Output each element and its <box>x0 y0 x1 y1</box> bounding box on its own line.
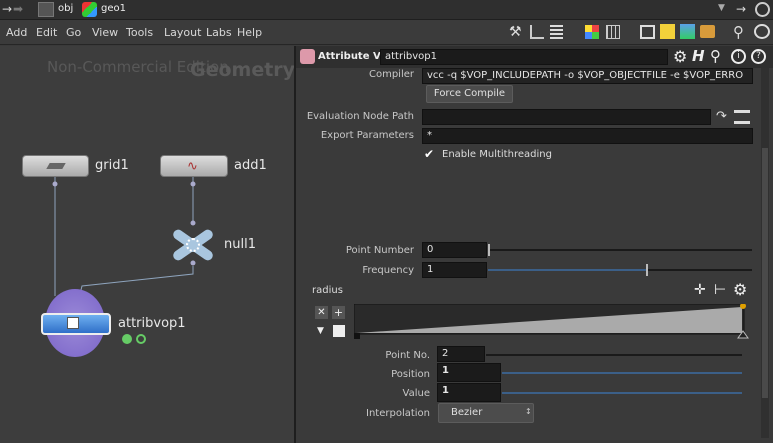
add-node-label: add1 <box>234 158 267 173</box>
remove-point-icon[interactable]: ✕ <box>315 306 328 319</box>
jump-arrow-icon[interactable]: ↷ <box>716 109 727 124</box>
parameter-pane: Attribute VOP attribvop1 ⚙ H ⚲ i ? Compi… <box>296 46 773 443</box>
list-icon[interactable] <box>550 25 563 39</box>
value-slider-fill <box>502 392 742 394</box>
export-field[interactable]: * <box>422 128 753 144</box>
menu-view[interactable]: View <box>92 26 118 39</box>
frequency-slider[interactable] <box>488 264 752 276</box>
compiler-label: Compiler <box>368 69 414 80</box>
radius-label: radius <box>312 285 343 296</box>
attribvop-node[interactable] <box>39 289 111 357</box>
null-node-label: null1 <box>224 237 256 252</box>
gear-icon[interactable]: ⚙ <box>673 47 687 66</box>
grid-node[interactable] <box>22 155 89 177</box>
forward-arrow-icon[interactable]: ➡ <box>13 2 25 16</box>
search-icon[interactable]: ⚲ <box>710 47 721 65</box>
pin-icon[interactable]: → <box>736 2 746 16</box>
dropdown-icon[interactable]: ▼ <box>718 3 725 13</box>
search-icon[interactable]: ⚲ <box>733 23 744 41</box>
radius-ramp[interactable] <box>354 304 749 340</box>
package-icon[interactable] <box>700 25 715 38</box>
point-number-label: Point Number <box>345 245 414 256</box>
position-slider-fill <box>502 372 742 374</box>
position-slider[interactable] <box>502 372 742 374</box>
position-field[interactable]: 1 <box>437 363 501 382</box>
point-number-field[interactable]: 0 <box>422 242 487 258</box>
frequency-slider-fill <box>488 269 647 271</box>
eval-path-label: Evaluation Node Path <box>306 111 414 122</box>
select-arrows-icon: ↕ <box>525 407 532 416</box>
frequency-field[interactable]: 1 <box>422 262 487 278</box>
frequency-label: Frequency <box>362 265 414 276</box>
menu-labs[interactable]: Labs <box>206 26 232 39</box>
network-box-icon[interactable] <box>640 25 655 39</box>
interp-label: Interpolation <box>366 408 430 419</box>
value-field[interactable]: 1 <box>437 383 501 402</box>
force-compile-button[interactable]: Force Compile <box>426 85 513 103</box>
value-slider[interactable] <box>502 392 742 394</box>
path-bar: → ➡ obj geo1 ▼ → <box>0 0 773 20</box>
geo-icon <box>82 2 97 17</box>
point-no-label: Point No. <box>385 350 430 361</box>
frequency-slider-handle[interactable] <box>646 264 649 276</box>
add-point-icon[interactable]: + <box>332 306 345 319</box>
point-no-slider[interactable] <box>486 354 742 356</box>
path-geo[interactable]: geo1 <box>101 3 126 14</box>
status-ok-icon <box>122 334 132 344</box>
color-grid-icon[interactable] <box>585 25 599 39</box>
info-icon[interactable]: i <box>731 49 746 64</box>
multithread-label: Enable Multithreading <box>442 149 552 160</box>
network-view[interactable]: Non-Commercial Edition Geometry grid1 ∿ … <box>0 46 294 443</box>
settings-circle-icon[interactable] <box>755 2 770 17</box>
point-no-field[interactable]: 2 <box>437 346 485 362</box>
ramp-menu-icon[interactable] <box>333 325 345 337</box>
curve-icon: ∿ <box>187 159 198 174</box>
interp-select[interactable]: Bezier ↕ <box>438 403 534 423</box>
point-number-slider-handle[interactable] <box>488 244 490 256</box>
checkbox-checked-icon[interactable]: ✔ <box>424 147 434 161</box>
node-name-field[interactable]: attribvop1 <box>380 49 668 65</box>
vop-glyph-icon <box>67 317 79 329</box>
grid-view-icon[interactable] <box>606 25 620 39</box>
position-label: Position <box>391 369 430 380</box>
interp-value: Bezier <box>451 407 483 418</box>
point-number-slider[interactable] <box>488 244 752 256</box>
value-label: Value <box>402 388 430 399</box>
help-icon[interactable]: ? <box>751 49 766 64</box>
eval-path-field[interactable] <box>422 109 711 125</box>
export-label: Export Parameters <box>320 130 414 141</box>
ramp-gear-icon[interactable]: ⚙ <box>733 280 747 299</box>
grid-node-label: grid1 <box>95 158 129 173</box>
compiler-field[interactable]: vcc -q $VOP_INCLUDEPATH -o $VOP_OBJECTFI… <box>422 68 753 84</box>
menu-tools[interactable]: Tools <box>126 26 153 39</box>
menu-edit[interactable]: Edit <box>36 26 57 39</box>
path-obj[interactable]: obj <box>58 3 73 14</box>
ramp-move-icon[interactable]: ✛ <box>694 282 706 298</box>
image-icon[interactable] <box>680 24 695 39</box>
status-flag-icon <box>136 334 146 344</box>
ramp-split-icon[interactable]: ⊢ <box>714 282 726 298</box>
menu-go[interactable]: Go <box>66 26 81 39</box>
collapse-icon[interactable]: ▼ <box>317 326 324 336</box>
help-h-icon[interactable]: H <box>692 47 705 65</box>
obj-icon <box>38 2 54 17</box>
menu-layout[interactable]: Layout <box>164 26 201 39</box>
null-node[interactable] <box>170 227 216 263</box>
tools-icon[interactable]: ⚒ <box>509 24 522 40</box>
parameter-header: Attribute VOP attribvop1 ⚙ H ⚲ i ? <box>296 46 773 68</box>
tree-icon[interactable] <box>530 25 544 39</box>
menu-bar: Add Edit Go View Tools Layout Labs Help … <box>0 20 773 45</box>
menu-add[interactable]: Add <box>6 26 27 39</box>
param-scrollbar[interactable] <box>761 68 769 438</box>
add-node[interactable]: ∿ <box>160 155 228 177</box>
eye-icon[interactable] <box>754 24 770 39</box>
node-chooser-icon[interactable] <box>734 110 750 124</box>
grid-shape-icon <box>46 163 66 169</box>
vop-type-icon <box>300 49 315 64</box>
menu-help[interactable]: Help <box>237 26 262 39</box>
null-center-icon <box>186 238 200 252</box>
scrollbar-thumb[interactable] <box>762 148 768 398</box>
attribvop-node-label: attribvop1 <box>118 316 186 331</box>
sticky-note-icon[interactable] <box>660 24 675 39</box>
